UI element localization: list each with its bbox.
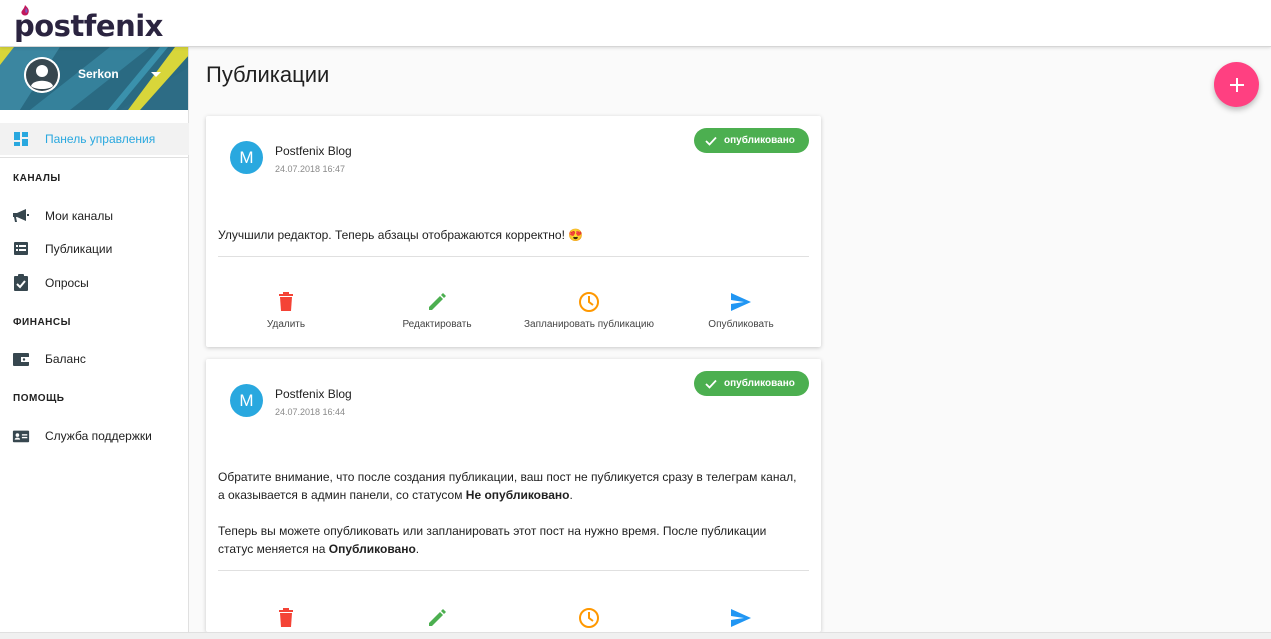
post-text-line: статус меняется на Опубликовано.	[218, 542, 420, 556]
action-label: Удалить	[266, 319, 306, 330]
post-text-line: Улучшили редактор. Теперь абзацы отображ…	[218, 228, 584, 242]
channel-avatar: M	[230, 384, 263, 417]
sidebar-item-balance[interactable]: Баланс	[0, 344, 189, 374]
contact-card-icon	[12, 427, 30, 445]
sidebar-item-polls[interactable]: Опросы	[0, 268, 189, 298]
delete-button[interactable]: Удалить	[216, 291, 356, 335]
status-label: опубликовано	[724, 378, 795, 389]
post-author[interactable]: Postfenix Blog	[275, 387, 352, 401]
channel-avatar: M	[230, 141, 263, 174]
pencil-icon	[426, 607, 448, 629]
post-text: Улучшили редактор. Теперь абзацы отображ…	[218, 226, 810, 244]
sidebar-item-publications[interactable]: Публикации	[0, 234, 189, 264]
top-bar: postfenix	[0, 0, 1271, 47]
check-icon	[705, 136, 717, 146]
schedule-button[interactable]: Запланировать публикацию	[519, 291, 659, 335]
action-label: Редактировать	[402, 319, 472, 330]
chevron-down-icon[interactable]	[151, 72, 161, 77]
post-card: M Postfenix Blog 24.07.2018 16:44 опубли…	[206, 359, 821, 632]
sidebar-item-dashboard[interactable]: Панель управления	[0, 123, 189, 155]
sidebar-item-label: Опросы	[45, 276, 89, 290]
publish-button[interactable]: Опубликовать	[671, 291, 811, 335]
postfenix-logo[interactable]: postfenix	[14, 5, 163, 43]
section-channels: КАНАЛЫ	[13, 173, 61, 184]
page-title: Публикации	[206, 62, 330, 87]
pencil-icon	[426, 291, 448, 313]
list-icon	[12, 240, 30, 258]
clipboard-check-icon	[12, 274, 30, 292]
check-icon	[705, 379, 717, 389]
action-label: Опубликовать	[708, 319, 774, 330]
status-badge: опубликовано	[694, 371, 809, 396]
section-finance: ФИНАНСЫ	[13, 317, 71, 328]
sidebar-item-label: Панель управления	[45, 132, 156, 146]
plus-icon	[1229, 77, 1244, 92]
sidebar-item-my-channels[interactable]: Мои каналы	[0, 201, 189, 231]
status-badge: опубликовано	[694, 128, 809, 153]
divider	[0, 157, 189, 158]
flame-icon	[21, 5, 29, 16]
megaphone-icon	[12, 207, 30, 225]
dashboard-icon	[12, 130, 30, 148]
sidebar-item-label: Служба поддержки	[45, 429, 152, 443]
profile-header[interactable]: Serkon	[0, 47, 188, 110]
bottom-edge	[0, 632, 1271, 639]
user-name: Serkon	[78, 67, 119, 81]
send-icon	[730, 607, 752, 629]
post-author[interactable]: Postfenix Blog	[275, 144, 352, 158]
post-text-line: Теперь вы можете опубликовать или заплан…	[218, 524, 767, 538]
post-card: M Postfenix Blog 24.07.2018 16:47 опубли…	[206, 116, 821, 347]
sidebar-item-support[interactable]: Служба поддержки	[0, 421, 189, 451]
section-help: ПОМОЩЬ	[13, 393, 65, 404]
avatar	[24, 57, 60, 93]
edit-button[interactable]: Редактировать	[367, 291, 507, 335]
sidebar-item-label: Мои каналы	[45, 209, 113, 223]
status-label: опубликовано	[724, 135, 795, 146]
clock-icon	[578, 607, 600, 629]
post-text-line: Обратите внимание, что после создания пу…	[218, 470, 797, 484]
divider	[218, 256, 809, 257]
post-date: 24.07.2018 16:44	[275, 407, 346, 417]
wallet-icon	[12, 350, 30, 368]
clock-icon	[578, 291, 600, 313]
trash-icon	[275, 291, 297, 313]
logo-text: postfenix	[14, 9, 163, 43]
divider	[218, 570, 809, 571]
trash-icon	[275, 607, 297, 629]
add-post-button[interactable]	[1214, 62, 1259, 107]
send-icon	[730, 291, 752, 313]
sidebar: Serkon Панель управления КАНАЛЫ Мои кана…	[0, 47, 189, 639]
sidebar-item-label: Публикации	[45, 242, 113, 256]
post-text: Обратите внимание, что после создания пу…	[218, 468, 810, 558]
post-text-line: а оказывается в админ панели, со статусо…	[218, 488, 573, 502]
post-date: 24.07.2018 16:47	[275, 164, 346, 174]
sidebar-item-label: Баланс	[45, 352, 86, 366]
action-label: Запланировать публикацию	[524, 319, 654, 330]
